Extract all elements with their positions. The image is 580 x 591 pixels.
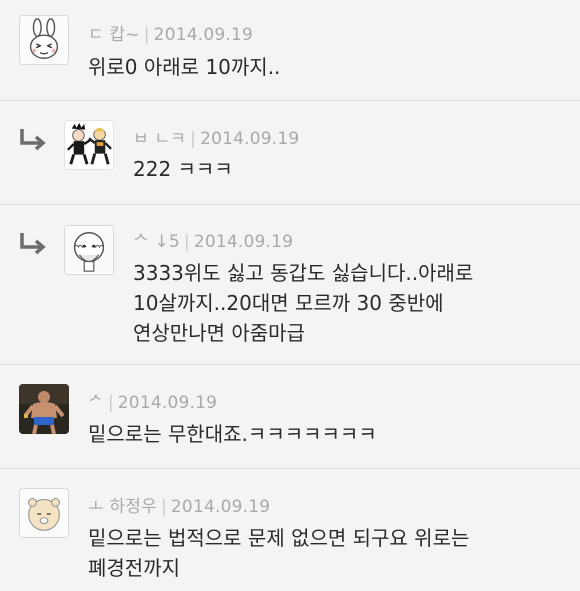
comment-item[interactable]: ᄼ | 2014.09.19 밑으로는 무한대죠.ㅋㅋㅋㅋㅋㅋㅋ bbox=[0, 365, 580, 469]
meta-separator: | bbox=[183, 232, 190, 252]
comment-date: 2014.09.19 bbox=[117, 393, 218, 413]
round-face-character-icon[interactable] bbox=[19, 488, 69, 538]
comment-meta: ᄼ | 2014.09.19 bbox=[88, 388, 217, 413]
comment-list: ㄷ 캅~ | 2014.09.19 위로0 아래로 10까지.. ㅂ ㄴㅋ | … bbox=[0, 0, 580, 591]
author-name[interactable]: ᄉ ↓5 bbox=[133, 232, 180, 252]
comment-date: 2014.09.19 bbox=[153, 25, 254, 45]
meta-separator: | bbox=[107, 393, 114, 413]
comment-date: 2014.09.19 bbox=[193, 232, 294, 252]
author-name[interactable]: ㅗ 하정우 bbox=[88, 497, 157, 517]
comment-meta: ㅂ ㄴㅋ | 2014.09.19 bbox=[133, 124, 299, 149]
reply-item[interactable]: ᄉ ↓5 | 2014.09.19 3333위도 싫고 동갑도 싫습니다..아래로 … bbox=[0, 205, 580, 365]
comment-date: 2014.09.19 bbox=[170, 497, 271, 517]
comment-meta: ᄉ ↓5 | 2014.09.19 bbox=[133, 227, 293, 252]
bearded-character-icon[interactable] bbox=[64, 225, 114, 275]
comment-text: 위로0 아래로 10까지.. bbox=[88, 55, 281, 79]
author-name[interactable]: ㄷ 캅~ bbox=[88, 25, 140, 45]
comment-text: 밑으로는 무한대죠.ㅋㅋㅋㅋㅋㅋㅋ bbox=[88, 422, 377, 446]
comment-text: 밑으로는 법적으로 문제 없으면 되구요 위로는 폐경전까지 bbox=[88, 526, 470, 580]
reply-arrow-icon bbox=[18, 127, 48, 153]
dancing-characters-icon[interactable] bbox=[64, 120, 114, 170]
author-name[interactable]: ㅂ ㄴㅋ bbox=[133, 129, 186, 149]
bunny-face-icon[interactable] bbox=[19, 15, 69, 65]
comment-text: 222 ㅋㅋㅋ bbox=[133, 157, 233, 181]
comment-date: 2014.09.19 bbox=[200, 129, 300, 149]
comment-text: 3333위도 싫고 동갑도 싫습니다..아래로 10살까지..20대면 모르까 … bbox=[133, 261, 474, 345]
reply-item[interactable]: ㅂ ㄴㅋ | 2014.09.19 222 ㅋㅋㅋ bbox=[0, 101, 580, 205]
comment-item[interactable]: ㄷ 캅~ | 2014.09.19 위로0 아래로 10까지.. bbox=[0, 0, 580, 101]
fighter-photo-icon[interactable] bbox=[19, 384, 69, 434]
comment-meta: ㄷ 캅~ | 2014.09.19 bbox=[88, 20, 253, 45]
meta-separator: | bbox=[143, 25, 150, 45]
meta-separator: | bbox=[190, 129, 197, 149]
comment-meta: ㅗ 하정우 | 2014.09.19 bbox=[88, 492, 270, 517]
author-name[interactable]: ᄼ bbox=[88, 393, 104, 413]
meta-separator: | bbox=[160, 497, 167, 517]
reply-arrow-icon bbox=[18, 231, 48, 257]
comment-item[interactable]: ㅗ 하정우 | 2014.09.19 밑으로는 법적으로 문제 없으면 되구요 위로… bbox=[0, 469, 580, 591]
